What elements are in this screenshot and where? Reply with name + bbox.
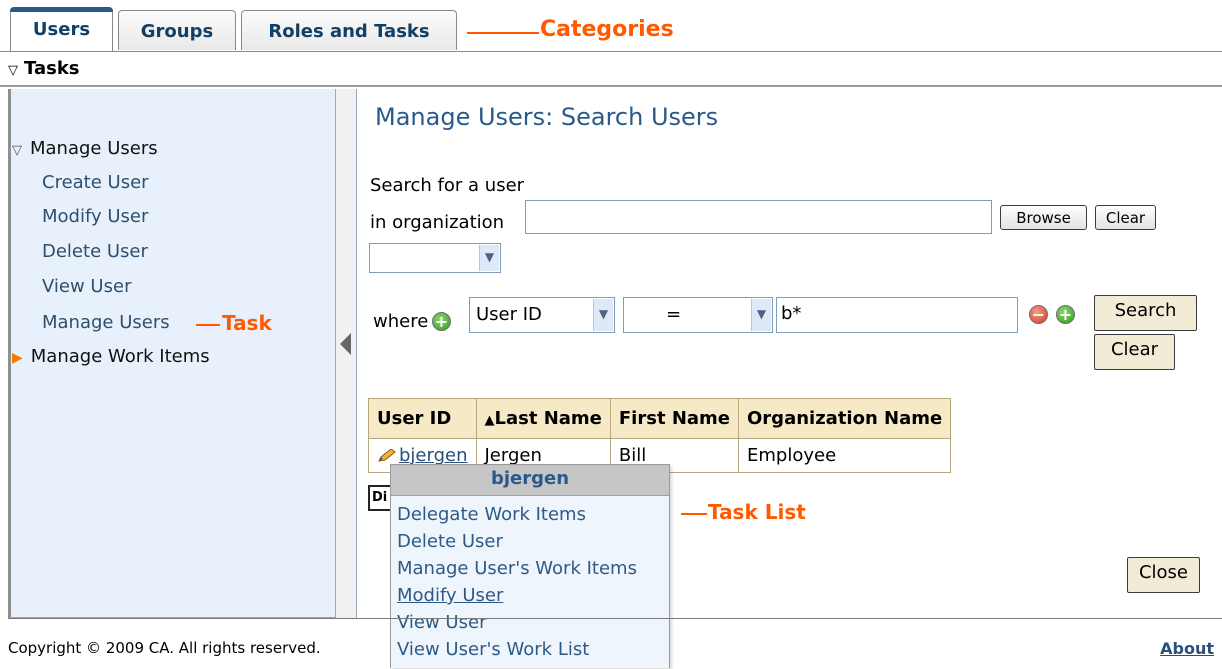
column-header-label: User ID [377,408,452,429]
collapse-arrow-icon[interactable] [340,333,351,355]
sidebar-group-manage-work-items[interactable]: ▶ Manage Work Items [12,346,210,367]
task-annotation-line [196,324,220,326]
results-table: User ID ▲Last Name First Name Organizati… [368,398,952,473]
clear-button[interactable]: Clear [1094,334,1175,370]
task-list-popup: bjergen Delegate Work Items Delete User … [390,464,670,668]
organization-scope-select[interactable]: ▼ [369,243,501,273]
collapse-triangle-icon: ▽ [8,63,18,78]
copyright-text: Copyright © 2009 CA. All rights reserved… [8,639,321,657]
expanded-triangle-icon: ▽ [12,143,22,158]
operator-value: = [666,304,682,325]
remove-criteria-minus-icon[interactable]: − [1029,305,1048,324]
collapsed-triangle-icon: ▶ [12,350,23,366]
pencil-edit-icon[interactable] [377,449,397,463]
categories-annotation-line [467,32,539,34]
tasks-header-label: Tasks [24,58,80,79]
popup-item-modify-user[interactable]: Modify User [397,585,503,606]
sidebar-item-create-user[interactable]: Create User [42,172,149,193]
tab-users[interactable]: Users [10,7,113,52]
chevron-down-icon: ▼ [593,299,613,331]
organization-label: in organization [370,212,505,233]
footer-divider [8,618,1222,619]
popup-item-view-users-work-list[interactable]: View User's Work List [397,639,589,660]
clear-organization-button[interactable]: Clear [1095,205,1156,230]
sidebar-item-view-user[interactable]: View User [42,276,131,297]
about-link[interactable]: About [1160,639,1214,658]
popup-item-delegate-work-items[interactable]: Delegate Work Items [397,504,586,525]
browse-button[interactable]: Browse [1000,205,1087,230]
where-label: where [373,311,429,332]
sidebar-item-manage-users[interactable]: Manage Users [42,312,170,333]
page-title: Manage Users: Search Users [375,103,719,131]
categories-annotation: Categories [540,17,674,42]
popup-body: Delegate Work Items Delete User Manage U… [391,495,669,668]
column-header-user-id[interactable]: User ID [368,398,477,439]
column-header-organization-name[interactable]: Organization Name [737,398,952,439]
tasks-header[interactable]: ▽ Tasks [8,58,80,79]
tab-baseline [0,51,1222,52]
sidebar-item-modify-user[interactable]: Modify User [42,206,148,227]
popup-title: bjergen [391,465,669,495]
user-link[interactable]: bjergen [399,445,468,466]
table-header-row: User ID ▲Last Name First Name Organizati… [368,398,952,439]
tab-users-label: Users [32,19,91,40]
task-list-annotation-line [681,513,707,515]
sidebar-splitter[interactable] [335,89,357,618]
search-button[interactable]: Search [1094,295,1197,331]
tab-groups[interactable]: Groups [118,10,236,50]
attribute-select[interactable]: User ID ▼ [469,297,615,333]
search-label: Search for a user [370,175,525,196]
organization-input[interactable] [525,200,992,234]
column-header-label: Last Name [494,408,602,429]
task-list-annotation: Task List [708,500,806,524]
cell-organization: Employee [737,438,952,473]
column-header-label: First Name [618,408,730,429]
attribute-value: User ID [476,304,542,325]
tab-roles-and-tasks-label: Roles and Tasks [268,21,430,42]
sidebar-group-manage-users[interactable]: ▽ Manage Users [12,138,158,159]
popup-item-manage-users-work-items[interactable]: Manage User's Work Items [397,558,637,579]
task-annotation: Task [222,311,272,335]
popup-item-delete-user[interactable]: Delete User [397,531,503,552]
tab-roles-and-tasks[interactable]: Roles and Tasks [241,10,457,50]
sidebar-item-delete-user[interactable]: Delete User [42,241,148,262]
add-criteria-plus-icon[interactable]: + [432,312,451,331]
sort-ascending-icon: ▲ [484,413,495,428]
tab-groups-label: Groups [140,21,214,42]
add-criteria-plus-icon-2[interactable]: + [1056,305,1075,324]
sidebar-group-label: Manage Users [30,138,158,159]
column-header-label: Organization Name [747,408,943,429]
header-divider [0,85,1222,87]
operator-select[interactable]: = ▼ [623,297,773,333]
column-header-last-name[interactable]: ▲Last Name [475,398,611,439]
column-header-first-name[interactable]: First Name [609,398,740,439]
chevron-down-icon: ▼ [479,245,499,271]
sidebar-group-label-2: Manage Work Items [30,346,210,367]
popup-item-view-user[interactable]: View User [397,612,486,633]
close-button[interactable]: Close [1127,557,1200,593]
chevron-down-icon: ▼ [751,299,771,331]
criteria-input[interactable]: b* [776,297,1018,333]
